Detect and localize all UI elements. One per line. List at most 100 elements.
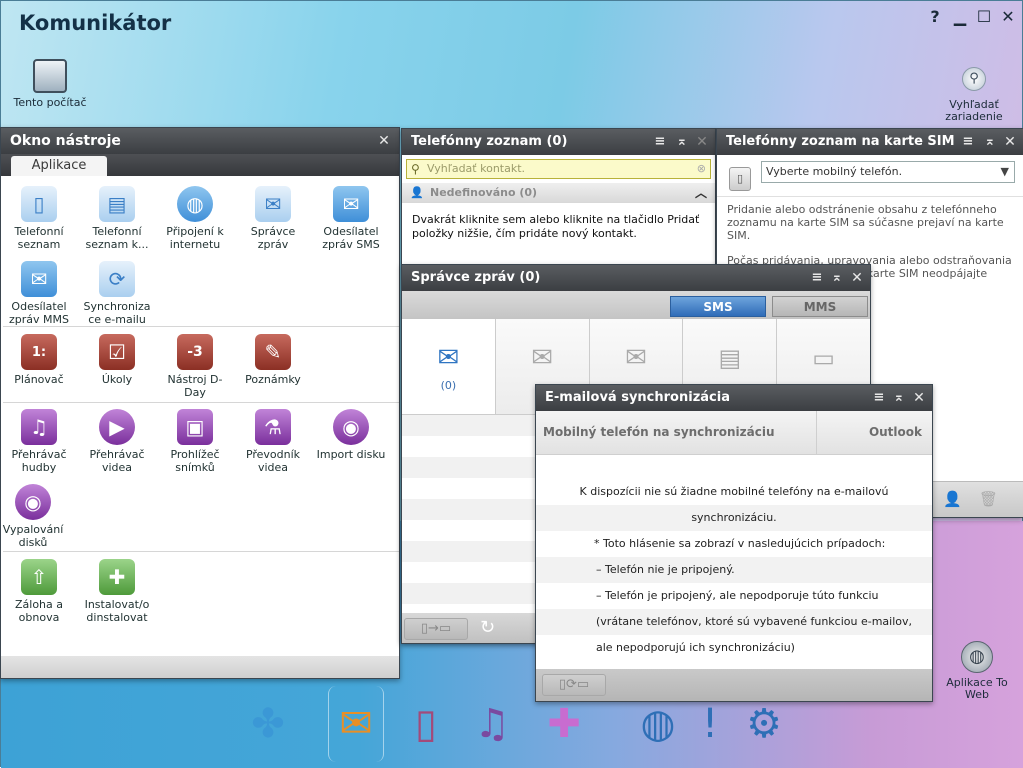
video-converter-icon: ⚗ xyxy=(255,409,291,445)
minimize-button[interactable]: ▁ xyxy=(951,7,969,27)
sim-card-icon: ▯ xyxy=(729,167,751,191)
close-icon[interactable]: ✕ xyxy=(848,265,866,291)
search-input[interactable]: ⚲ Vyhľadať kontakt. ⊗ xyxy=(406,159,711,179)
find-device-shortcut[interactable]: ⚲ Vyhľadať zariadenie xyxy=(937,67,1011,123)
column-divider xyxy=(816,411,817,455)
collapse-icon[interactable]: ⌅ xyxy=(890,385,908,411)
app-label: Synchroniza ce e-mailu xyxy=(83,300,151,326)
case-detail-2: ale nepodporujú ich synchronizáciu) xyxy=(596,641,795,654)
inbox-folder[interactable]: ✉ (0) xyxy=(402,319,496,414)
collapse-icon[interactable]: ⌅ xyxy=(673,129,691,155)
empty-contacts-hint[interactable]: Dvakrát kliknite sem alebo kliknite na t… xyxy=(402,203,715,251)
app-label: Prohlížeč snímků xyxy=(170,448,220,474)
app-email-sync[interactable]: ⟳ Synchroniza ce e-mailu xyxy=(81,261,153,326)
app-video-player[interactable]: ▶ Přehrávač videa xyxy=(81,409,153,474)
app-disc-import[interactable]: ◉ Import disku xyxy=(315,409,387,461)
phonebook-header: Telefónny zoznam (0) ≡ ⌅ ✕ xyxy=(402,129,715,155)
phonebook-title: Telefónny zoznam (0) xyxy=(411,134,568,149)
app-backup[interactable]: ⇧ Záloha a obnova xyxy=(3,559,75,624)
disc-import-icon: ◉ xyxy=(333,409,369,445)
no-phones-message: K dispozícii nie sú žiadne mobilné telef… xyxy=(536,479,932,524)
add-contact-icon[interactable]: 👤 xyxy=(943,490,962,508)
dropdown-arrow-icon: ▼ xyxy=(1000,165,1009,178)
contact-group-header[interactable]: 👤 Nedefinováno (0) ︿ xyxy=(402,183,715,203)
app-sim-phonebook[interactable]: ▤ Telefonní seznam k... xyxy=(81,186,153,251)
close-icon[interactable]: ✕ xyxy=(693,129,711,155)
app-label: Převodník videa xyxy=(245,448,301,474)
col-outlook: Outlook xyxy=(868,425,922,439)
app-dday[interactable]: -3 Nástroj D-Day xyxy=(159,334,231,399)
tool-tabstrip: Aplikace xyxy=(1,154,399,176)
app-label: Vypalování disků xyxy=(2,523,64,549)
trash-icon[interactable]: 🗑 xyxy=(979,490,998,508)
app-message-manager[interactable]: ✉ Správce zpráv xyxy=(237,186,309,251)
message-manager-header: Správce zpráv (0) ≡ ⌅ ✕ xyxy=(402,265,870,291)
maximize-button[interactable]: ☐ xyxy=(975,7,993,27)
close-icon[interactable]: ✕ xyxy=(910,385,928,411)
tasks-icon: ☑ xyxy=(99,334,135,370)
app-music-player[interactable]: ♫ Přehrávač hudby xyxy=(3,409,75,474)
tab-mms[interactable]: MMS xyxy=(772,296,868,317)
alert-icon[interactable]: ! xyxy=(682,696,738,752)
media-icon[interactable]: ♫ xyxy=(464,696,520,752)
chevron-up-icon[interactable]: ︿ xyxy=(695,183,707,203)
this-computer-shortcut[interactable]: Tento počítač xyxy=(13,59,87,109)
phone-select[interactable]: Vyberte mobilný telefón. ▼ xyxy=(761,161,1015,183)
plus-icon[interactable]: ✚ xyxy=(536,696,592,752)
search-icon: ⚲ xyxy=(411,162,420,176)
app-install[interactable]: ✚ Instalovat/o dinstalovat xyxy=(81,559,153,624)
app-label: Záloha a obnova xyxy=(14,598,63,624)
collapse-icon[interactable]: ⌅ xyxy=(981,129,999,155)
gear-icon[interactable]: ⚙ xyxy=(736,696,792,752)
case-detail-1: (vrátane telefónov, ktoré sú vybavené fu… xyxy=(536,609,932,635)
case-not-connected: – Telefón nie je pripojený. xyxy=(536,557,932,583)
close-icon[interactable]: ✕ xyxy=(1001,129,1019,155)
user-icon: 👤 xyxy=(410,186,424,199)
app-label: Správce zpráv xyxy=(250,225,296,251)
puzzle-icon[interactable]: ✤ xyxy=(240,696,296,752)
app-phonebook[interactable]: ▯ Telefonní seznam xyxy=(3,186,75,251)
search-placeholder: Vyhľadať kontakt. xyxy=(427,162,526,175)
globe-arrow-icon: ◍ xyxy=(961,641,993,673)
list-menu-icon[interactable]: ≡ xyxy=(959,129,977,155)
email-sync-columns: Mobilný telefón na synchronizáciu Outloo… xyxy=(536,411,932,455)
email-sync-body: K dispozícii nie sú žiadne mobilné telef… xyxy=(536,455,932,661)
case-unsupported: – Telefón je pripojený, ale nepodporuje … xyxy=(596,589,879,602)
phone-mail-icon[interactable]: ✉ xyxy=(328,686,384,762)
close-icon[interactable]: ✕ xyxy=(375,128,393,154)
sim-toolbar: ▯ Vyberte mobilný telefón. ▼ xyxy=(717,161,1023,197)
list-menu-icon[interactable]: ≡ xyxy=(808,265,826,291)
divider xyxy=(3,402,399,403)
clear-icon[interactable]: ⊗ xyxy=(697,160,706,178)
divider xyxy=(3,551,399,552)
app-disc-burn[interactable]: ◉ Vypalování disků xyxy=(0,484,69,549)
phone-to-pc-button[interactable]: ▯→▭ xyxy=(404,618,468,640)
disc-burn-icon: ◉ xyxy=(15,484,51,520)
notes-icon: ✎ xyxy=(255,334,291,370)
close-button[interactable]: ✕ xyxy=(999,7,1017,27)
refresh-icon[interactable]: ↻ xyxy=(480,617,495,638)
list-menu-icon[interactable]: ≡ xyxy=(651,129,669,155)
app-mms-sender[interactable]: ✉ Odesílatel zpráv MMS xyxy=(3,261,75,326)
help-button[interactable]: ? xyxy=(926,7,944,27)
collapse-icon[interactable]: ⌅ xyxy=(828,265,846,291)
divider xyxy=(3,326,399,327)
globe-upload-icon[interactable]: ◍ xyxy=(630,696,686,752)
list-menu-icon[interactable]: ≡ xyxy=(870,385,888,411)
note-text: * Toto hlásenie sa zobrazí v nasledujúci… xyxy=(594,537,886,550)
tab-sms[interactable]: SMS xyxy=(670,296,766,317)
app-label: Přehrávač videa xyxy=(89,448,145,474)
app-notes[interactable]: ✎ Poznámky xyxy=(237,334,309,386)
app-planner[interactable]: 1: Plánovač xyxy=(3,334,75,386)
device-stylus-icon[interactable]: ▯ xyxy=(398,696,454,752)
app-tasks[interactable]: ☑ Úkoly xyxy=(81,334,153,386)
email-sync-window: E-mailová synchronizácia ≡ ⌅ ✕ Mobilný t… xyxy=(535,384,933,702)
dday-icon: -3 xyxy=(177,334,213,370)
app-video-converter[interactable]: ⚗ Převodník videa xyxy=(237,409,309,474)
tab-applications[interactable]: Aplikace xyxy=(11,156,107,176)
app-label: Přehrávač hudby xyxy=(11,448,67,474)
app-internet[interactable]: ◍ Připojení k internetu xyxy=(159,186,231,251)
app-sms-sender[interactable]: ✉ Odesílatel zpráv SMS xyxy=(315,186,387,251)
app-image-viewer[interactable]: ▣ Prohlížeč snímků xyxy=(159,409,231,474)
sim-phonebook-icon: ▤ xyxy=(99,186,135,222)
